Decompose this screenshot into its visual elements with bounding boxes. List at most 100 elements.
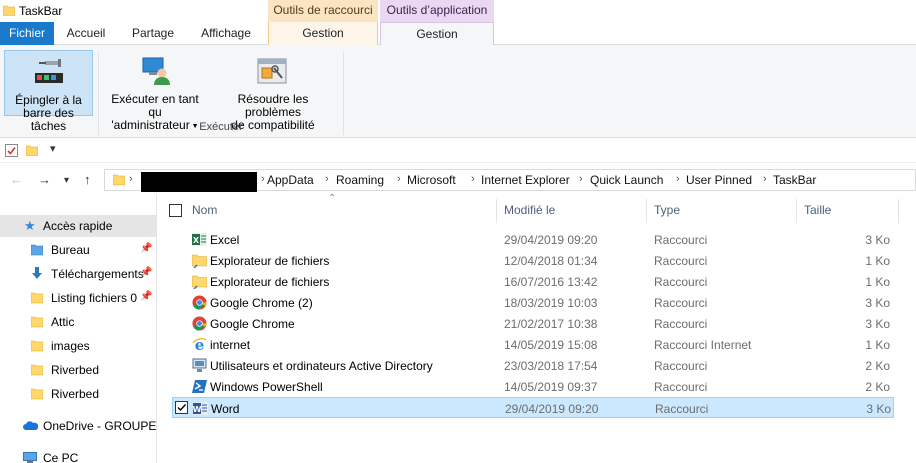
nav-item-listing[interactable]: Listing fichiers 0 📌 — [0, 287, 156, 309]
powershell-icon — [192, 380, 207, 393]
file-row[interactable]: Explorateur de fichiers 16/07/2016 13:42… — [172, 271, 894, 292]
breadcrumb-item[interactable]: User Pinned — [686, 173, 752, 187]
computer-icon — [23, 452, 37, 463]
file-date: 21/02/2017 10:38 — [504, 317, 598, 331]
tab-view[interactable]: Affichage — [192, 22, 260, 45]
forward-arrow-icon[interactable]: → — [38, 172, 51, 187]
pin-to-taskbar-button[interactable]: Épingler à la barre des tâches — [4, 50, 93, 133]
breadcrumb-item[interactable]: AppData — [267, 173, 314, 187]
column-header-modified[interactable]: Modifié le — [504, 203, 555, 217]
context-header-shortcut-tools: Outils de raccourci — [268, 0, 378, 22]
file-name: Google Chrome (2) — [210, 296, 313, 310]
desktop-folder-icon — [31, 244, 43, 256]
nav-label: Riverbed — [51, 387, 100, 401]
new-folder-icon[interactable] — [26, 145, 38, 156]
nav-item-bureau[interactable]: Bureau 📌 — [0, 239, 156, 261]
file-row[interactable]: Google Chrome 21/02/2017 10:38 Raccourci… — [172, 313, 894, 334]
file-name: Windows PowerShell — [210, 380, 323, 394]
chevron-right-icon: › — [471, 173, 475, 185]
svg-text:X: X — [193, 236, 200, 245]
column-header-type[interactable]: Type — [654, 203, 680, 217]
folder-icon — [3, 5, 15, 16]
redacted-path-segment — [141, 172, 257, 192]
select-all-checkbox[interactable] — [169, 204, 182, 217]
cloud-icon — [23, 421, 38, 430]
column-header-size[interactable]: Taille — [804, 203, 831, 217]
svg-text:W: W — [193, 405, 202, 414]
file-size: 3 Ko — [866, 402, 891, 416]
file-type: Raccourci — [654, 380, 708, 394]
tab-share[interactable]: Partage — [122, 22, 184, 45]
chrome-icon — [192, 295, 207, 310]
up-arrow-icon[interactable]: ↑ — [84, 172, 91, 187]
nav-label: Attic — [51, 315, 75, 329]
nav-onedrive[interactable]: OneDrive - GROUPE L — [0, 415, 156, 437]
tab-home[interactable]: Accueil — [58, 22, 114, 45]
breadcrumb-item[interactable]: Roaming — [336, 173, 384, 187]
chevron-right-icon: › — [325, 173, 329, 185]
nav-item-riverbed[interactable]: Riverbed — [0, 359, 156, 381]
nav-quick-access[interactable]: ★ Accès rapide — [0, 215, 156, 237]
tab-file[interactable]: Fichier — [0, 22, 54, 45]
nav-label: Accès rapide — [43, 219, 113, 233]
file-name: Word — [211, 402, 240, 416]
file-size: 2 Ko — [865, 359, 890, 373]
recent-locations-chevron-icon[interactable]: ▾ — [64, 175, 69, 186]
breadcrumb-item[interactable]: TaskBar — [773, 173, 816, 187]
file-row[interactable]: X Excel 29/04/2019 09:20 Raccourci 3 Ko — [172, 229, 894, 250]
file-date: 29/04/2019 09:20 — [504, 233, 598, 247]
file-row[interactable]: Google Chrome (2) 18/03/2019 10:03 Racco… — [172, 292, 894, 313]
file-type: Raccourci — [655, 402, 709, 416]
file-type: Raccourci — [654, 254, 708, 268]
nav-item-riverbed[interactable]: Riverbed — [0, 383, 156, 405]
quick-access-toolbar: ▾ — [0, 139, 916, 163]
address-bar[interactable]: › › AppData › Roaming › Microsoft › Inte… — [104, 169, 916, 192]
excel-icon: X — [192, 233, 207, 246]
file-row[interactable]: e internet 14/05/2019 15:08 Raccourci In… — [172, 334, 894, 355]
file-row[interactable]: Explorateur de fichiers 12/04/2018 01:34… — [172, 250, 894, 271]
nav-label: OneDrive - GROUPE L — [43, 419, 156, 433]
file-row[interactable]: W Word 29/04/2019 09:20 Raccourci 3 Ko — [172, 397, 894, 418]
file-date: 18/03/2019 10:03 — [504, 296, 598, 310]
file-type: Raccourci — [654, 275, 708, 289]
folder-icon — [113, 174, 125, 186]
ribbon-group-label: Exécuter — [199, 121, 243, 133]
breadcrumb-item[interactable]: Quick Launch — [590, 173, 663, 187]
nav-item-downloads[interactable]: Téléchargements 📌 — [0, 263, 156, 285]
back-arrow-icon[interactable]: ← — [10, 172, 23, 187]
sort-ascending-icon: ⌃ — [328, 193, 337, 204]
breadcrumb-item[interactable]: Internet Explorer — [481, 173, 570, 187]
file-date: 23/03/2018 17:54 — [504, 359, 598, 373]
file-row[interactable]: Utilisateurs et ordinateurs Active Direc… — [172, 355, 894, 376]
navigation-pane: ★ Accès rapide Bureau 📌 Téléchargements … — [0, 195, 157, 463]
row-checkbox-checked[interactable] — [175, 401, 188, 414]
file-size: 1 Ko — [865, 254, 890, 268]
pin-label-line2: barre des tâches — [23, 106, 74, 133]
star-icon: ★ — [24, 218, 36, 233]
nav-item-images[interactable]: images — [0, 335, 156, 357]
column-header-name[interactable]: Nom — [192, 203, 217, 217]
nav-label: Ce PC — [43, 451, 79, 463]
nav-this-pc[interactable]: Ce PC — [0, 447, 156, 463]
file-row[interactable]: Windows PowerShell 14/05/2019 09:37 Racc… — [172, 376, 894, 397]
column-separator — [646, 199, 647, 223]
file-type: Raccourci — [654, 317, 708, 331]
chevron-right-icon: › — [763, 173, 767, 185]
customize-toolbar-icon[interactable]: ▾ — [50, 142, 56, 155]
context-header-app-tools: Outils d’application — [380, 0, 494, 22]
file-size: 3 Ko — [865, 233, 890, 247]
tab-manage-app[interactable]: Gestion — [380, 22, 494, 46]
nav-label: Riverbed — [51, 363, 100, 377]
folder-icon — [31, 292, 43, 304]
breadcrumb-item[interactable]: Microsoft — [407, 173, 456, 187]
run-as-admin-button[interactable]: Exécuter en tant qu 'administrateur ▼ — [103, 50, 207, 132]
file-size: 1 Ko — [865, 275, 890, 289]
folder-icon — [31, 364, 43, 376]
column-separator — [496, 199, 497, 223]
checkmark-icon — [177, 404, 187, 412]
troubleshoot-compatibility-button[interactable]: Résoudre les problèmes de compatibilité — [210, 50, 336, 132]
internet-explorer-icon: e — [192, 337, 207, 352]
nav-item-attic[interactable]: Attic — [0, 311, 156, 333]
tab-manage-shortcut[interactable]: Gestion — [268, 22, 378, 45]
properties-check-icon[interactable] — [5, 144, 18, 157]
